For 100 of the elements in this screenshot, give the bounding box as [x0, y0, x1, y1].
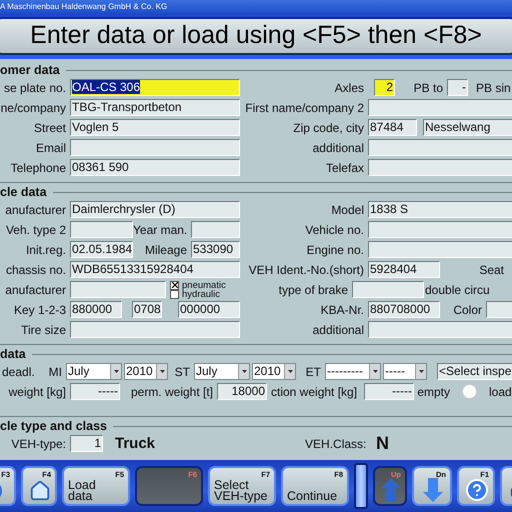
field-label: Email	[34, 140, 67, 155]
chassis-field[interactable]: WDB65513315928404	[70, 261, 240, 278]
section-heading: data	[0, 347, 26, 362]
vehicle-type-name: Truck	[115, 435, 156, 452]
field-label: Veh. type 2	[4, 222, 67, 237]
city-field[interactable]: Nesselwang	[423, 119, 512, 136]
field-label: load	[488, 384, 512, 399]
selected-text: OAL-CS 306	[72, 80, 140, 94]
engine-number-field[interactable]	[368, 241, 512, 258]
arrow-up-icon	[380, 478, 400, 502]
checkbox-label: pneumatic	[182, 280, 226, 290]
vehicle-type-field[interactable]: 1	[70, 435, 103, 452]
field-label: ET	[304, 364, 322, 379]
field-label: deadl.	[1, 364, 36, 379]
dropdown-arrow-icon	[372, 370, 378, 374]
year-field[interactable]	[191, 221, 240, 238]
field-label: weight [kg]	[8, 384, 67, 399]
field-label: Mileage	[144, 242, 188, 257]
field-label: Axles	[334, 80, 365, 95]
name-field[interactable]: TBG-Transportbeton	[70, 99, 240, 116]
weight-field[interactable]: -----	[70, 383, 120, 400]
field-label: Color	[452, 302, 483, 317]
divider-bar	[354, 462, 368, 509]
manufacturer-field[interactable]: Daimlerchrysler (D)	[70, 201, 240, 218]
pb-to-field[interactable]: -	[447, 79, 468, 96]
field-label: additional	[312, 322, 365, 337]
field-label: First name/company 2	[244, 100, 365, 115]
axles-field[interactable]: 2	[374, 79, 395, 96]
field-label: Engine no.	[306, 242, 365, 257]
section-heading: omer data	[0, 63, 60, 78]
field-label: anufacturer	[4, 202, 67, 217]
dropdown[interactable]: 2010	[252, 363, 296, 380]
field-label: KBA-Nr.	[320, 302, 365, 317]
home-icon	[28, 480, 50, 502]
axle-weight-field[interactable]: -----	[364, 383, 414, 400]
dropdown[interactable]: July	[66, 363, 122, 380]
field-label: chassis no.	[4, 262, 67, 277]
vehicle-type-field[interactable]	[70, 221, 133, 238]
dropdown[interactable]: July	[194, 363, 250, 380]
field-label: MI	[48, 364, 63, 379]
model-field[interactable]: 1838 S	[368, 201, 512, 218]
arrow-down-icon	[422, 478, 442, 502]
vehicle-number-field[interactable]	[368, 221, 512, 238]
field-label: double circu	[424, 282, 491, 297]
section-heading: cle type and class	[0, 419, 108, 434]
field-label: Model	[330, 202, 365, 217]
dropdown[interactable]: -----	[383, 363, 427, 380]
field-label: empty	[416, 384, 451, 399]
field-label: perm. weight [t]	[130, 384, 214, 399]
field-label: additional	[312, 140, 365, 155]
dropdown-arrow-icon	[288, 370, 292, 374]
window-title: A Maschinenbau Haldenwang GmbH & Co. KG	[0, 0, 512, 13]
field-label: Tire size	[20, 322, 67, 337]
telephone-field[interactable]: 08361 590	[70, 159, 240, 176]
ident-field[interactable]: 5928404	[368, 261, 440, 278]
email-field[interactable]	[70, 139, 240, 156]
registration-field[interactable]: 02.05.1984	[70, 241, 133, 258]
additional-field[interactable]	[368, 321, 512, 338]
additional-field[interactable]	[368, 139, 512, 156]
field-label: Telephone	[10, 160, 67, 175]
dropdown-arrow-icon	[160, 370, 164, 374]
dropdown[interactable]: ---------	[325, 363, 381, 380]
dropdown[interactable]: 2010	[124, 363, 168, 380]
street-field[interactable]: Voglen 5	[70, 119, 240, 136]
brake-type-field[interactable]	[352, 281, 424, 298]
help-icon	[464, 478, 488, 502]
brake-manufacturer-field[interactable]	[70, 281, 166, 298]
field-label: VEH Ident.-No.(short)	[248, 262, 365, 277]
perm-weight-field[interactable]: 18000	[217, 383, 267, 400]
field-label: Init.reg.	[24, 242, 67, 257]
field-label: PB to	[412, 80, 444, 95]
field-label: Telefax	[324, 160, 365, 175]
plate-field[interactable]: OAL-CS 306	[70, 79, 240, 96]
mileage-field[interactable]: 533090	[191, 241, 240, 258]
field-label: Key 1-2-3	[12, 302, 67, 317]
field-label: Zip code, city	[292, 120, 365, 135]
checkbox-label: hydraulic	[182, 290, 220, 299]
key-field[interactable]: 000000	[178, 301, 240, 318]
radio-button[interactable]	[462, 384, 477, 400]
field-label: anufacturer	[4, 282, 67, 297]
telefax-field[interactable]	[368, 159, 512, 176]
key-field[interactable]: 0708	[132, 301, 162, 318]
field-label: se plate no.	[2, 80, 67, 95]
kba-field[interactable]: 880708000	[368, 301, 440, 318]
checkbox[interactable]	[170, 280, 179, 290]
section-heading: cle data	[0, 185, 47, 200]
key-field[interactable]: 880000	[70, 301, 122, 318]
field-label: VEH.Class:	[304, 436, 368, 451]
prompt-banner: Enter data or load using <F5> then <F8>	[0, 16, 512, 55]
inspection-select[interactable]: <Select inspe	[437, 363, 512, 380]
name2-field[interactable]	[368, 99, 512, 116]
field-label: Vehicle no.	[304, 222, 365, 237]
field-label: ST	[174, 364, 191, 379]
dropdown-arrow-icon	[242, 370, 246, 374]
field-label: VEH-type:	[10, 436, 67, 451]
dropdown-arrow-icon	[114, 370, 118, 374]
dropdown-arrow-icon	[418, 370, 424, 374]
tire-size-field[interactable]	[70, 321, 240, 338]
field-label: ction weight [kg]	[270, 384, 358, 399]
zip-field[interactable]: 87484	[368, 119, 417, 136]
